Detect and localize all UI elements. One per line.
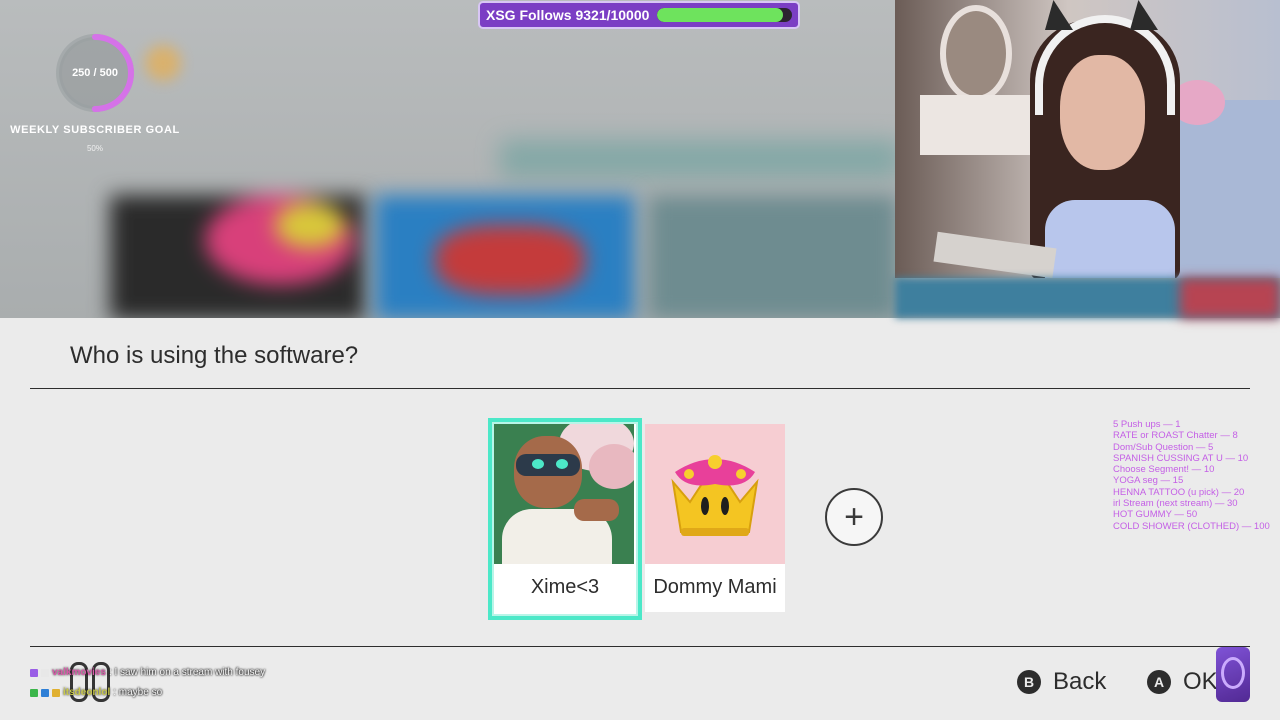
avatar-eye: [532, 459, 544, 469]
avatar-eye: [556, 459, 568, 469]
avatar-mask: [516, 454, 580, 476]
cat-ear-icon: [1045, 0, 1073, 30]
chat-badge-icon: [41, 669, 49, 677]
follows-progress-track: [657, 8, 792, 22]
chat-line: valkmovies : I saw him on a stream with …: [30, 663, 265, 683]
chat-username: itsdeonlol: [63, 687, 111, 698]
avatar-twintelle: [494, 424, 634, 564]
redeem-item: SPANISH CUSSING AT U — 10: [1113, 452, 1249, 464]
webcam-person-shirt: [1045, 200, 1175, 278]
avatar-arm: [574, 499, 619, 521]
chat-badge-icon: [30, 669, 38, 677]
redeem-item: COLD SHOWER (CLOTHED) — 100: [1113, 520, 1270, 532]
redeem-list: 5 Push ups — 1 RATE or ROAST Chatter — 8…: [1113, 419, 1280, 532]
chat-username: valkmovies: [52, 667, 106, 678]
a-button-icon: A: [1147, 670, 1171, 694]
b-button-icon: B: [1017, 670, 1041, 694]
chat-badge-icon: [41, 689, 49, 697]
user-name: Xime<3: [530, 576, 600, 598]
chat-badge-icon: [30, 689, 38, 697]
user-name: Dommy Mami: [653, 576, 777, 598]
add-user-button[interactable]: +: [825, 488, 883, 546]
avatar-hair: [589, 444, 634, 489]
follows-progress-fill: [657, 8, 783, 22]
follows-label: XSG Follows 9321/10000: [486, 7, 650, 23]
follows-goal-bar: XSG Follows 9321/10000: [478, 1, 800, 29]
crown-icon: [671, 455, 759, 536]
chat-message: : maybe so: [113, 687, 163, 698]
webcam-mirror: [940, 5, 1012, 102]
user-card-dommy-mami[interactable]: Dommy Mami: [645, 424, 785, 612]
redeem-item: 5 Push ups — 1: [1113, 419, 1181, 430]
chat-message: : I saw him on a stream with fousey: [108, 667, 266, 678]
goal-percent: 50%: [86, 144, 103, 153]
back-button[interactable]: B Back: [1017, 668, 1106, 696]
chat-badge-icon: [52, 689, 60, 697]
blurred-game-tile: [375, 195, 635, 318]
goal-title: WEEKLY SUBSCRIBER GOAL: [10, 124, 180, 136]
redeem-item: Choose Segment! — 10: [1113, 464, 1215, 476]
divider: [30, 388, 1250, 389]
redeem-item: HENNA TATTOO (u pick) — 20: [1113, 486, 1245, 498]
redeem-item: Dom/Sub Question — 5: [1113, 441, 1214, 453]
ok-button[interactable]: A OK: [1147, 668, 1218, 696]
user-card-xime[interactable]: Xime<3: [488, 418, 642, 620]
page-title: Who is using the software?: [70, 342, 359, 369]
blurred-game-tile: [110, 195, 365, 318]
blurred-emote-icon: [145, 45, 181, 81]
avatar-super-crown: [645, 424, 785, 564]
webcam-desk: [920, 95, 1035, 155]
back-label: Back: [1053, 668, 1107, 695]
redeem-item: HOT GUMMY — 50: [1113, 509, 1198, 521]
divider: [30, 646, 1250, 647]
redeem-item: YOGA seg — 15: [1113, 475, 1184, 487]
blurred-banner: [500, 140, 900, 178]
goal-count: 250 / 500: [72, 67, 118, 79]
chat-overlay: valkmovies : I saw him on a stream with …: [30, 663, 265, 703]
chat-line: itsdeonlol : maybe so: [30, 683, 265, 703]
webcam-feed: [895, 0, 1280, 278]
streamer-logo-icon: [1216, 647, 1250, 702]
blurred-strip: [1180, 278, 1280, 318]
goal-progress-ring: 250 / 500: [52, 30, 138, 116]
cat-ear-icon: [1130, 0, 1158, 30]
ok-label: OK: [1183, 668, 1218, 695]
redeem-item: RATE or ROAST Chatter — 8: [1113, 430, 1238, 442]
redeem-item: irl Stream (next stream) — 30: [1113, 498, 1238, 510]
blurred-game-tile: [648, 195, 898, 318]
